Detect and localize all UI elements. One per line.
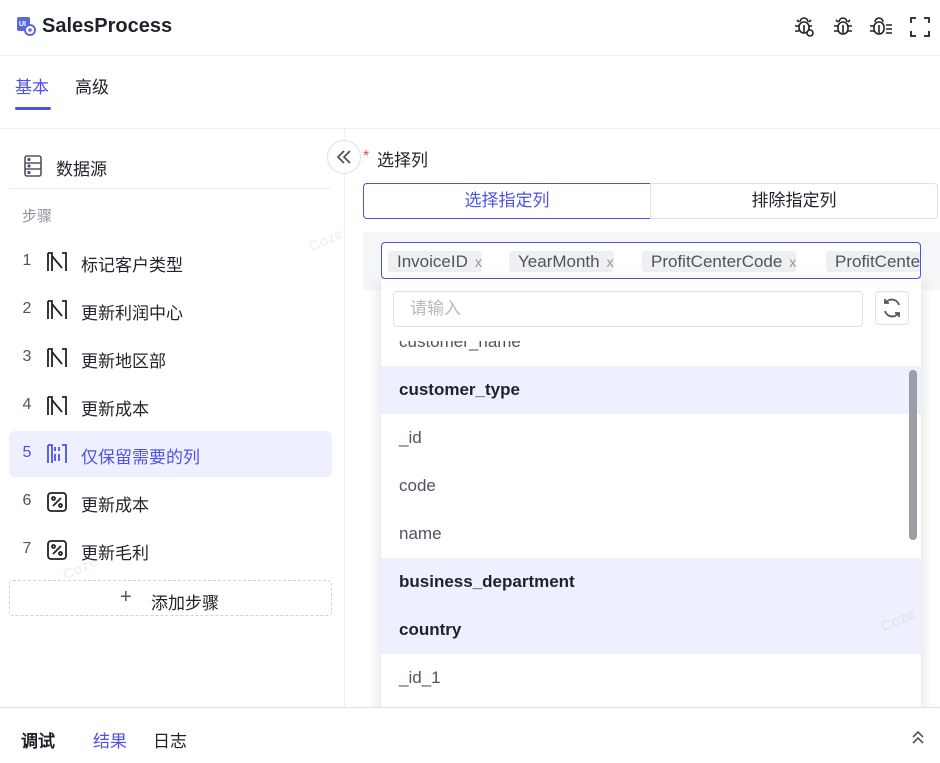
tab-basic[interactable]: 基本 xyxy=(15,73,49,98)
transform-icon xyxy=(47,252,67,271)
select-columns-label: 选择列 xyxy=(377,151,428,170)
step-item-6[interactable]: 6 更新成本 xyxy=(9,479,332,525)
step-number: 1 xyxy=(22,252,32,269)
step-label: 更新成本 xyxy=(81,496,149,515)
database-icon xyxy=(24,155,42,177)
segment-exclude-columns[interactable]: 排除指定列 xyxy=(650,183,938,219)
tab-debug[interactable]: 调试 xyxy=(21,727,55,752)
column-chip: ProfitCente xyxy=(826,251,920,272)
select-columns-icon xyxy=(47,444,67,463)
tab-advanced[interactable]: 高级 xyxy=(75,73,109,98)
dropdown-option[interactable]: _id_1 xyxy=(381,654,921,702)
chip-remove-icon[interactable]: x xyxy=(607,254,614,270)
step-item-3[interactable]: 3 更新地区部 xyxy=(9,335,332,381)
chip-label: ProfitCenterCode xyxy=(651,252,783,271)
step-number: 7 xyxy=(22,540,32,557)
app-logo-icon: UI xyxy=(17,17,36,36)
transform-icon xyxy=(47,396,67,415)
chip-label: YearMonth xyxy=(518,252,600,271)
steps-sidebar: 数据源 步骤 1 标记客户类型 2 更新利润中心 3 更新地区部 4 更新成本 … xyxy=(0,129,345,707)
add-step-button[interactable]: + 添加步骤 xyxy=(9,580,332,616)
chip-remove-icon[interactable]: x xyxy=(475,254,482,270)
step-item-2[interactable]: 2 更新利润中心 xyxy=(9,287,332,333)
app-header: UI SalesProcess xyxy=(0,0,940,56)
app-title: SalesProcess xyxy=(42,15,173,37)
required-mark: * xyxy=(363,148,370,165)
debug-bar: 调试 结果 日志 xyxy=(0,707,940,763)
step-label: 更新成本 xyxy=(81,400,149,419)
chip-remove-icon[interactable]: x xyxy=(789,254,796,270)
step-item-4[interactable]: 4 更新成本 xyxy=(9,383,332,429)
column-dropdown: customer_name customer_type _id code nam… xyxy=(381,279,921,723)
fullscreen-icon[interactable] xyxy=(908,15,932,39)
step-label: 标记客户类型 xyxy=(81,256,183,275)
formula-icon xyxy=(47,540,67,560)
step-label: 更新地区部 xyxy=(81,352,166,371)
step-label: 仅保留需要的列 xyxy=(81,448,200,467)
step-number: 5 xyxy=(22,444,32,461)
dropdown-option[interactable]: name xyxy=(381,510,921,558)
column-chip: YearMonth x xyxy=(509,251,614,272)
add-step-label: 添加步骤 xyxy=(151,594,219,613)
collapse-sidebar-button[interactable] xyxy=(327,140,361,174)
step-item-5[interactable]: 5 仅保留需要的列 xyxy=(9,431,332,477)
double-chevron-left-icon xyxy=(336,150,351,164)
refresh-button[interactable] xyxy=(875,291,909,325)
transform-icon xyxy=(47,300,67,319)
chip-label: ProfitCente xyxy=(835,252,921,271)
datasource-label: 数据源 xyxy=(56,160,107,179)
tab-active-indicator xyxy=(15,107,51,110)
refresh-icon xyxy=(884,298,900,318)
tab-result[interactable]: 结果 xyxy=(93,727,127,752)
plus-icon: + xyxy=(120,586,132,608)
tab-log[interactable]: 日志 xyxy=(153,727,187,752)
dropdown-option[interactable]: code xyxy=(381,462,921,510)
segment-include-columns[interactable]: 选择指定列 xyxy=(363,183,651,219)
dropdown-search-input[interactable] xyxy=(393,291,863,327)
steps-title: 步骤 xyxy=(22,208,53,225)
column-multiselect[interactable]: InvoiceID x YearMonth x ProfitCenterCode x … xyxy=(381,242,921,279)
transform-icon xyxy=(47,348,67,367)
debug-bug-settings-icon[interactable] xyxy=(792,15,816,39)
dropdown-option[interactable]: _id xyxy=(381,414,921,462)
step-item-1[interactable]: 1 标记客户类型 xyxy=(9,239,332,285)
step-number: 4 xyxy=(22,396,32,413)
column-chip: ProfitCenterCode x xyxy=(642,251,797,272)
step-item-7[interactable]: 7 更新毛利 xyxy=(9,527,332,573)
expand-up-icon[interactable] xyxy=(909,728,927,746)
step-number: 6 xyxy=(22,492,32,509)
dropdown-option[interactable]: business_department xyxy=(381,558,921,606)
dropdown-option[interactable]: country xyxy=(381,606,921,654)
chip-label: InvoiceID xyxy=(397,252,468,271)
formula-icon xyxy=(47,492,67,512)
config-tabs: 基本 高级 xyxy=(0,56,940,129)
column-chip: InvoiceID x xyxy=(388,251,482,272)
dropdown-option[interactable]: customer_type xyxy=(381,366,921,414)
dropdown-scrollbar[interactable] xyxy=(909,370,917,540)
bug-icon[interactable] xyxy=(831,15,855,39)
step-number: 3 xyxy=(22,348,32,365)
step-number: 2 xyxy=(22,300,32,317)
datasource-item[interactable]: 数据源 xyxy=(10,145,331,189)
step-label: 更新利润中心 xyxy=(81,304,183,323)
bug-list-icon[interactable] xyxy=(869,15,893,39)
